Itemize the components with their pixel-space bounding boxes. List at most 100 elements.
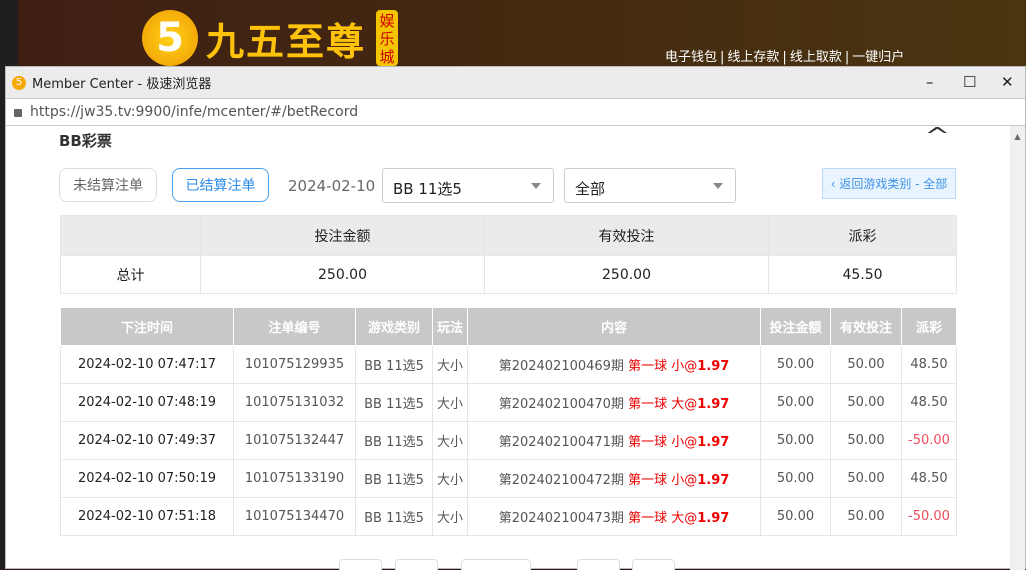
collapse-chevron-icon[interactable]: ^ <box>924 126 950 149</box>
bet-time: 2024-02-10 07:48:19 <box>60 383 234 422</box>
play-type: 大小 <box>432 497 468 536</box>
odds: 1.97 <box>697 511 730 526</box>
table-row: 2024-02-10 07:50:19 101075133190 BB 11选5 大小… <box>60 459 957 498</box>
close-button[interactable]: ✕ <box>1001 73 1014 91</box>
bet-amount: 50.00 <box>760 345 831 384</box>
summary-header: 派彩 <box>768 215 957 256</box>
bet-content: 第202402100472期 第一球 小@1.97 <box>467 459 761 498</box>
table-row: 2024-02-10 07:49:37 101075132447 BB 11选5 大小… <box>60 421 957 460</box>
chevron-down-icon <box>713 183 723 189</box>
pagination-last[interactable] <box>632 559 675 570</box>
link-deposit[interactable]: 线上存款 <box>727 50 779 65</box>
summary-label: 总计 <box>60 255 201 294</box>
odds: 1.97 <box>697 435 730 450</box>
pick: 第一球 大@ <box>628 397 698 412</box>
summary-header: 有效投注 <box>484 215 769 256</box>
logo-mark: 5 <box>142 10 198 66</box>
bet-id: 101075131032 <box>233 383 356 422</box>
pick: 第一球 小@ <box>628 473 698 488</box>
valid-bet: 50.00 <box>830 497 902 536</box>
pagination-page-input[interactable] <box>461 559 531 570</box>
pagination-prev[interactable] <box>395 559 438 570</box>
scroll-up-icon[interactable]: ▲ <box>1010 132 1025 141</box>
column-header: 下注时间 <box>60 307 234 346</box>
payout: 48.50 <box>901 459 957 498</box>
period: 第202402100470期 <box>498 397 624 412</box>
summary-table: 投注金额 有效投注 派彩 总计 250.00 250.00 45.50 <box>60 215 957 294</box>
bet-id: 101075134470 <box>233 497 356 536</box>
column-header: 注单编号 <box>233 307 356 346</box>
link-wallet[interactable]: 电子钱包 <box>665 50 717 65</box>
back-to-categories-button[interactable]: ‹ 返回游戏类别 - 全部 <box>822 168 956 199</box>
column-header: 游戏类别 <box>355 307 433 346</box>
pick: 第一球 小@ <box>628 435 698 450</box>
odds: 1.97 <box>697 359 730 374</box>
bet-records-table: 下注时间 注单编号 游戏类别 玩法 内容 投注金额 有效投注 派彩 2024-02-10 07… <box>60 307 957 536</box>
play-select-value: 全部 <box>575 180 606 198</box>
pick: 第一球 大@ <box>628 511 698 526</box>
column-header: 有效投注 <box>830 307 902 346</box>
bet-content: 第202402100471期 第一球 小@1.97 <box>467 421 761 460</box>
site-logo[interactable]: 5 九五至尊 娱乐城 <box>142 10 399 66</box>
bet-content: 第202402100470期 第一球 大@1.97 <box>467 383 761 422</box>
payout: 48.50 <box>901 345 957 384</box>
bet-amount: 50.00 <box>760 497 831 536</box>
chevron-down-icon <box>531 183 541 189</box>
valid-bet: 50.00 <box>830 459 902 498</box>
summary-header: 投注金额 <box>200 215 485 256</box>
game-type: BB 11选5 <box>355 345 433 384</box>
bet-id: 101075133190 <box>233 459 356 498</box>
scrollbar[interactable]: ▲ <box>1010 126 1025 570</box>
pick: 第一球 小@ <box>628 359 698 374</box>
window-title: Member Center - 极速浏览器 <box>32 77 212 92</box>
play-type: 大小 <box>432 345 468 384</box>
summary-payout: 45.50 <box>768 255 957 294</box>
address-bar[interactable]: https://jw35.tv:9900/infe/mcenter/#/betR… <box>6 98 1025 126</box>
bet-amount: 50.00 <box>760 383 831 422</box>
page-content: BB彩票 ^ 未结算注单 已结算注单 2024-02-10 BB 11选5 全部… <box>6 126 1011 570</box>
play-select[interactable]: 全部 <box>564 168 736 203</box>
summary-bet: 250.00 <box>200 255 485 294</box>
summary-valid: 250.00 <box>484 255 769 294</box>
period: 第202402100469期 <box>498 359 624 374</box>
odds: 1.97 <box>697 473 730 488</box>
game-select[interactable]: BB 11选5 <box>382 168 554 203</box>
pagination-next[interactable] <box>577 559 620 570</box>
bet-id: 101075132447 <box>233 421 356 460</box>
valid-bet: 50.00 <box>830 421 902 460</box>
date-field[interactable]: 2024-02-10 <box>288 177 375 195</box>
link-consolidate[interactable]: 一键归户 <box>852 50 904 65</box>
bet-amount: 50.00 <box>760 421 831 460</box>
column-header: 派彩 <box>901 307 957 346</box>
play-type: 大小 <box>432 459 468 498</box>
valid-bet: 50.00 <box>830 383 902 422</box>
url-text[interactable]: https://jw35.tv:9900/infe/mcenter/#/betR… <box>30 104 358 120</box>
period: 第202402100471期 <box>498 435 624 450</box>
game-type: BB 11选5 <box>355 421 433 460</box>
table-row: 2024-02-10 07:47:17 101075129935 BB 11选5 大小… <box>60 345 957 384</box>
minimize-button[interactable]: – <box>926 73 934 91</box>
settled-button[interactable]: 已结算注单 <box>172 168 269 202</box>
table-row: 2024-02-10 07:48:19 101075131032 BB 11选5 大小… <box>60 383 957 422</box>
column-header: 玩法 <box>432 307 468 346</box>
bet-time: 2024-02-10 07:51:18 <box>60 497 234 536</box>
maximize-button[interactable]: ☐ <box>963 73 976 91</box>
bet-id: 101075129935 <box>233 345 356 384</box>
game-select-value: BB 11选5 <box>393 180 462 198</box>
pagination-first[interactable] <box>339 559 382 570</box>
lock-icon <box>14 109 22 117</box>
unsettled-button[interactable]: 未结算注单 <box>59 168 157 202</box>
valid-bet: 50.00 <box>830 345 902 384</box>
payout: -50.00 <box>901 497 957 536</box>
top-links: 电子钱包 | 线上存款 | 线上取款 | 一键归户 <box>665 50 905 65</box>
bet-content: 第202402100473期 第一球 大@1.97 <box>467 497 761 536</box>
payout: 48.50 <box>901 383 957 422</box>
play-type: 大小 <box>432 421 468 460</box>
game-type: BB 11选5 <box>355 459 433 498</box>
bet-content: 第202402100469期 第一球 小@1.97 <box>467 345 761 384</box>
link-withdraw[interactable]: 线上取款 <box>790 50 842 65</box>
bet-time: 2024-02-10 07:49:37 <box>60 421 234 460</box>
column-header: 内容 <box>467 307 761 346</box>
browser-icon: 5 <box>12 75 26 90</box>
game-type: BB 11选5 <box>355 383 433 422</box>
